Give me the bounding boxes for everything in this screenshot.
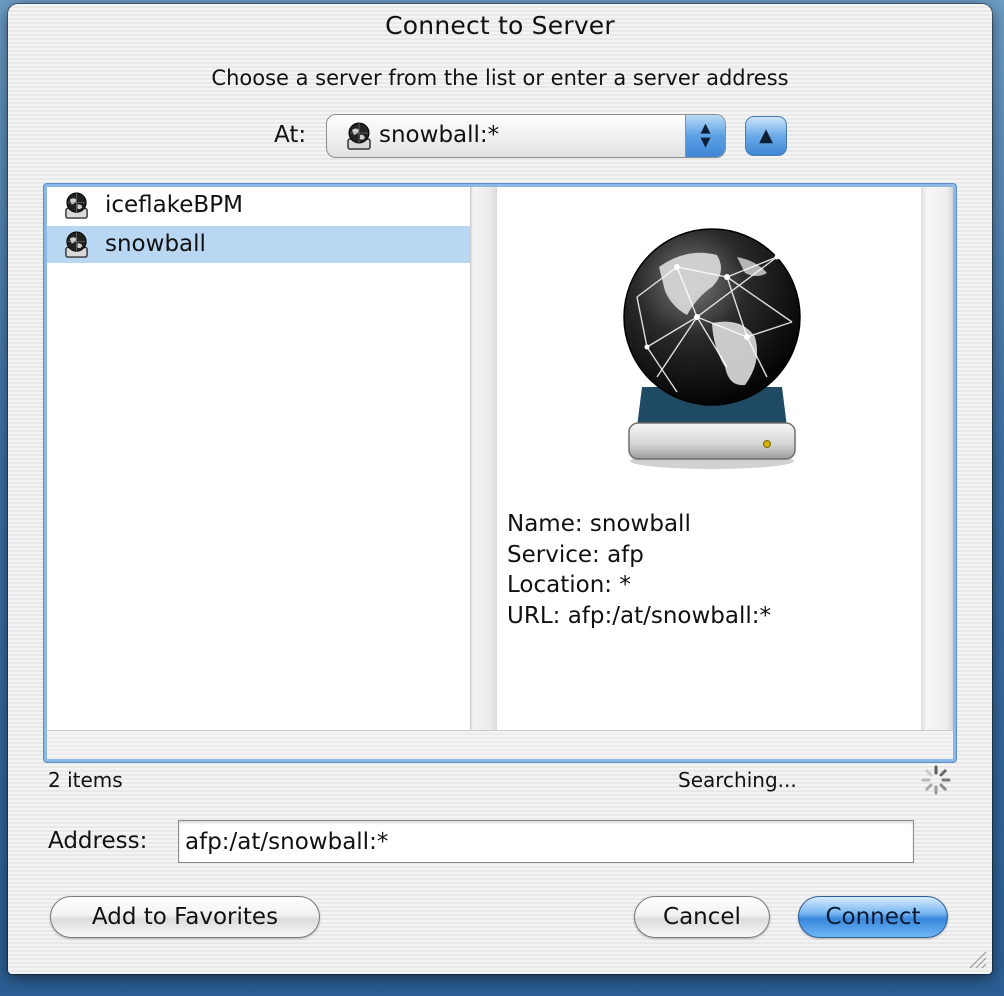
info-location: Location: * [507,572,631,598]
search-status: Searching... [678,768,797,792]
server-info: Name: snowball Service: afp Location: * … [507,509,771,631]
cancel-button[interactable]: Cancel [634,896,770,938]
triangle-up-icon: ▲ [759,125,773,146]
resize-grip-icon[interactable] [966,948,988,970]
title-bar[interactable]: Connect to Server [8,4,992,48]
location-popup[interactable]: snowball:* ▲ ▼ [326,114,726,158]
at-label: At: [274,122,307,148]
server-detail-column: Name: snowball Service: afp Location: * … [497,187,921,730]
list-item-label: snowball [105,231,206,257]
info-name: Name: snowball [507,511,691,537]
column-resize-divider[interactable] [470,187,497,730]
location-popup-value: snowball:* [379,122,500,148]
list-item[interactable]: snowball [47,226,470,263]
progress-spinner-icon [921,765,951,795]
server-browser: iceflakeBPM snowball Name: snowball Serv… [44,184,956,762]
window-title: Connect to Server [385,11,615,40]
connect-button[interactable]: Connect [798,896,948,938]
list-item[interactable]: iceflakeBPM [47,187,470,224]
item-count: 2 items [48,768,123,792]
address-label: Address: [48,828,148,854]
server-globe-icon [65,231,88,258]
instruction-text: Choose a server from the list or enter a… [211,66,789,90]
add-to-favorites-button[interactable]: Add to Favorites [50,896,320,938]
server-list-column[interactable]: iceflakeBPM snowball [47,187,470,730]
info-url: URL: afp:/at/snowball:* [507,602,772,629]
connect-to-server-window: Connect to Server Choose a server from t… [8,4,992,974]
server-globe-icon [347,122,371,150]
collapse-browser-button[interactable]: ▲ [745,116,787,156]
popup-arrows-icon: ▲ ▼ [685,115,725,157]
server-globe-icon [65,192,88,219]
network-globe-drive-icon [623,228,801,469]
info-service: Service: afp [507,541,644,568]
horizontal-scrollbar[interactable] [47,730,953,759]
address-field[interactable] [178,820,914,863]
vertical-scrollbar[interactable] [921,187,953,730]
list-item-label: iceflakeBPM [105,192,243,218]
